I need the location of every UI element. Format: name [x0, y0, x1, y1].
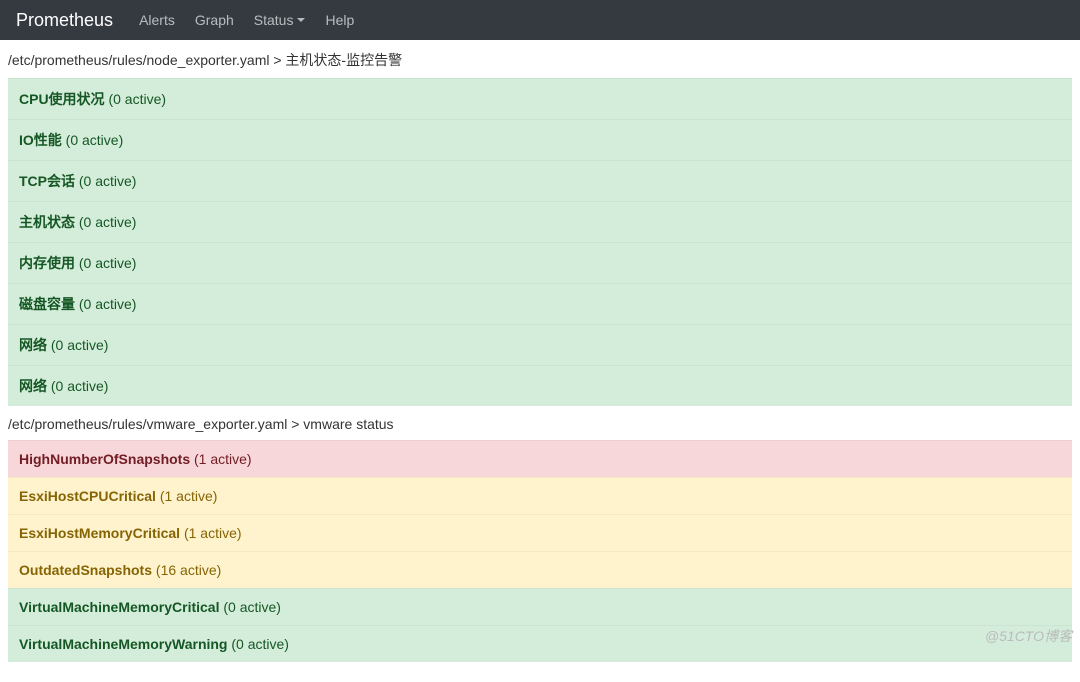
alert-rule-name: HighNumberOfSnapshots	[19, 451, 190, 467]
alert-rule-row[interactable]: EsxiHostMemoryCritical (1 active)	[8, 514, 1072, 551]
alert-rule-count: (0 active)	[47, 337, 108, 353]
alert-rule-row[interactable]: OutdatedSnapshots (16 active)	[8, 551, 1072, 588]
nav-help[interactable]: Help	[315, 8, 364, 32]
alert-rule-count: (1 active)	[156, 488, 217, 504]
alert-rule-count: (0 active)	[75, 173, 136, 189]
alert-rule-count: (16 active)	[152, 562, 221, 578]
alert-rule-name: VirtualMachineMemoryWarning	[19, 636, 227, 652]
navbar: Prometheus Alerts Graph Status Help	[0, 0, 1080, 40]
nav-graph[interactable]: Graph	[185, 8, 244, 32]
alert-rule-name: OutdatedSnapshots	[19, 562, 152, 578]
alert-rule-row[interactable]: TCP会话 (0 active)	[8, 160, 1072, 201]
alert-rule-count: (1 active)	[190, 451, 251, 467]
alert-rule-name: 磁盘容量	[19, 296, 75, 312]
alert-rule-name: 网络	[19, 337, 47, 353]
nav-status[interactable]: Status	[244, 8, 316, 32]
alert-rule-row[interactable]: IO性能 (0 active)	[8, 119, 1072, 160]
alert-rule-name: 网络	[19, 378, 47, 394]
alert-rule-row[interactable]: CPU使用状况 (0 active)	[8, 78, 1072, 119]
alert-rule-count: (0 active)	[219, 599, 280, 615]
rule-group-header: /etc/prometheus/rules/node_exporter.yaml…	[8, 40, 1072, 78]
alert-rule-count: (0 active)	[75, 214, 136, 230]
alert-rule-count: (0 active)	[47, 378, 108, 394]
alert-rule-name: 内存使用	[19, 255, 75, 271]
alert-rule-row[interactable]: 网络 (0 active)	[8, 365, 1072, 406]
alert-rule-row[interactable]: 主机状态 (0 active)	[8, 201, 1072, 242]
alert-rule-name: CPU使用状况	[19, 91, 105, 107]
alerts-content: /etc/prometheus/rules/node_exporter.yaml…	[0, 40, 1080, 682]
nav-status-label: Status	[254, 12, 294, 28]
alert-rule-row[interactable]: EsxiHostCPUCritical (1 active)	[8, 477, 1072, 514]
alert-rule-row[interactable]: VirtualMachineMemoryCritical (0 active)	[8, 588, 1072, 625]
alert-rule-name: EsxiHostMemoryCritical	[19, 525, 180, 541]
alert-rule-name: IO性能	[19, 132, 62, 148]
alert-rule-row[interactable]: HighNumberOfSnapshots (1 active)	[8, 440, 1072, 477]
alert-rule-count: (0 active)	[105, 91, 166, 107]
alert-rule-name: VirtualMachineMemoryCritical	[19, 599, 219, 615]
alert-rule-name: 主机状态	[19, 214, 75, 230]
alert-rule-row[interactable]: 内存使用 (0 active)	[8, 242, 1072, 283]
alert-rule-row[interactable]: 网络 (0 active)	[8, 324, 1072, 365]
alert-rule-count: (0 active)	[62, 132, 123, 148]
watermark: @51CTO博客	[985, 626, 1072, 646]
rule-group-header: /etc/prometheus/rules/vmware_exporter.ya…	[8, 406, 1072, 440]
alert-rule-row[interactable]: 磁盘容量 (0 active)	[8, 283, 1072, 324]
alert-rule-name: EsxiHostCPUCritical	[19, 488, 156, 504]
alert-rule-count: (1 active)	[180, 525, 241, 541]
alert-rule-count: (0 active)	[75, 255, 136, 271]
alert-rule-name: TCP会话	[19, 173, 75, 189]
alert-rule-row[interactable]: VirtualMachineMemoryWarning (0 active)	[8, 625, 1072, 662]
alert-rule-count: (0 active)	[227, 636, 288, 652]
nav-alerts[interactable]: Alerts	[129, 8, 185, 32]
chevron-down-icon	[297, 18, 305, 22]
alert-rule-count: (0 active)	[75, 296, 136, 312]
brand[interactable]: Prometheus	[16, 10, 113, 31]
